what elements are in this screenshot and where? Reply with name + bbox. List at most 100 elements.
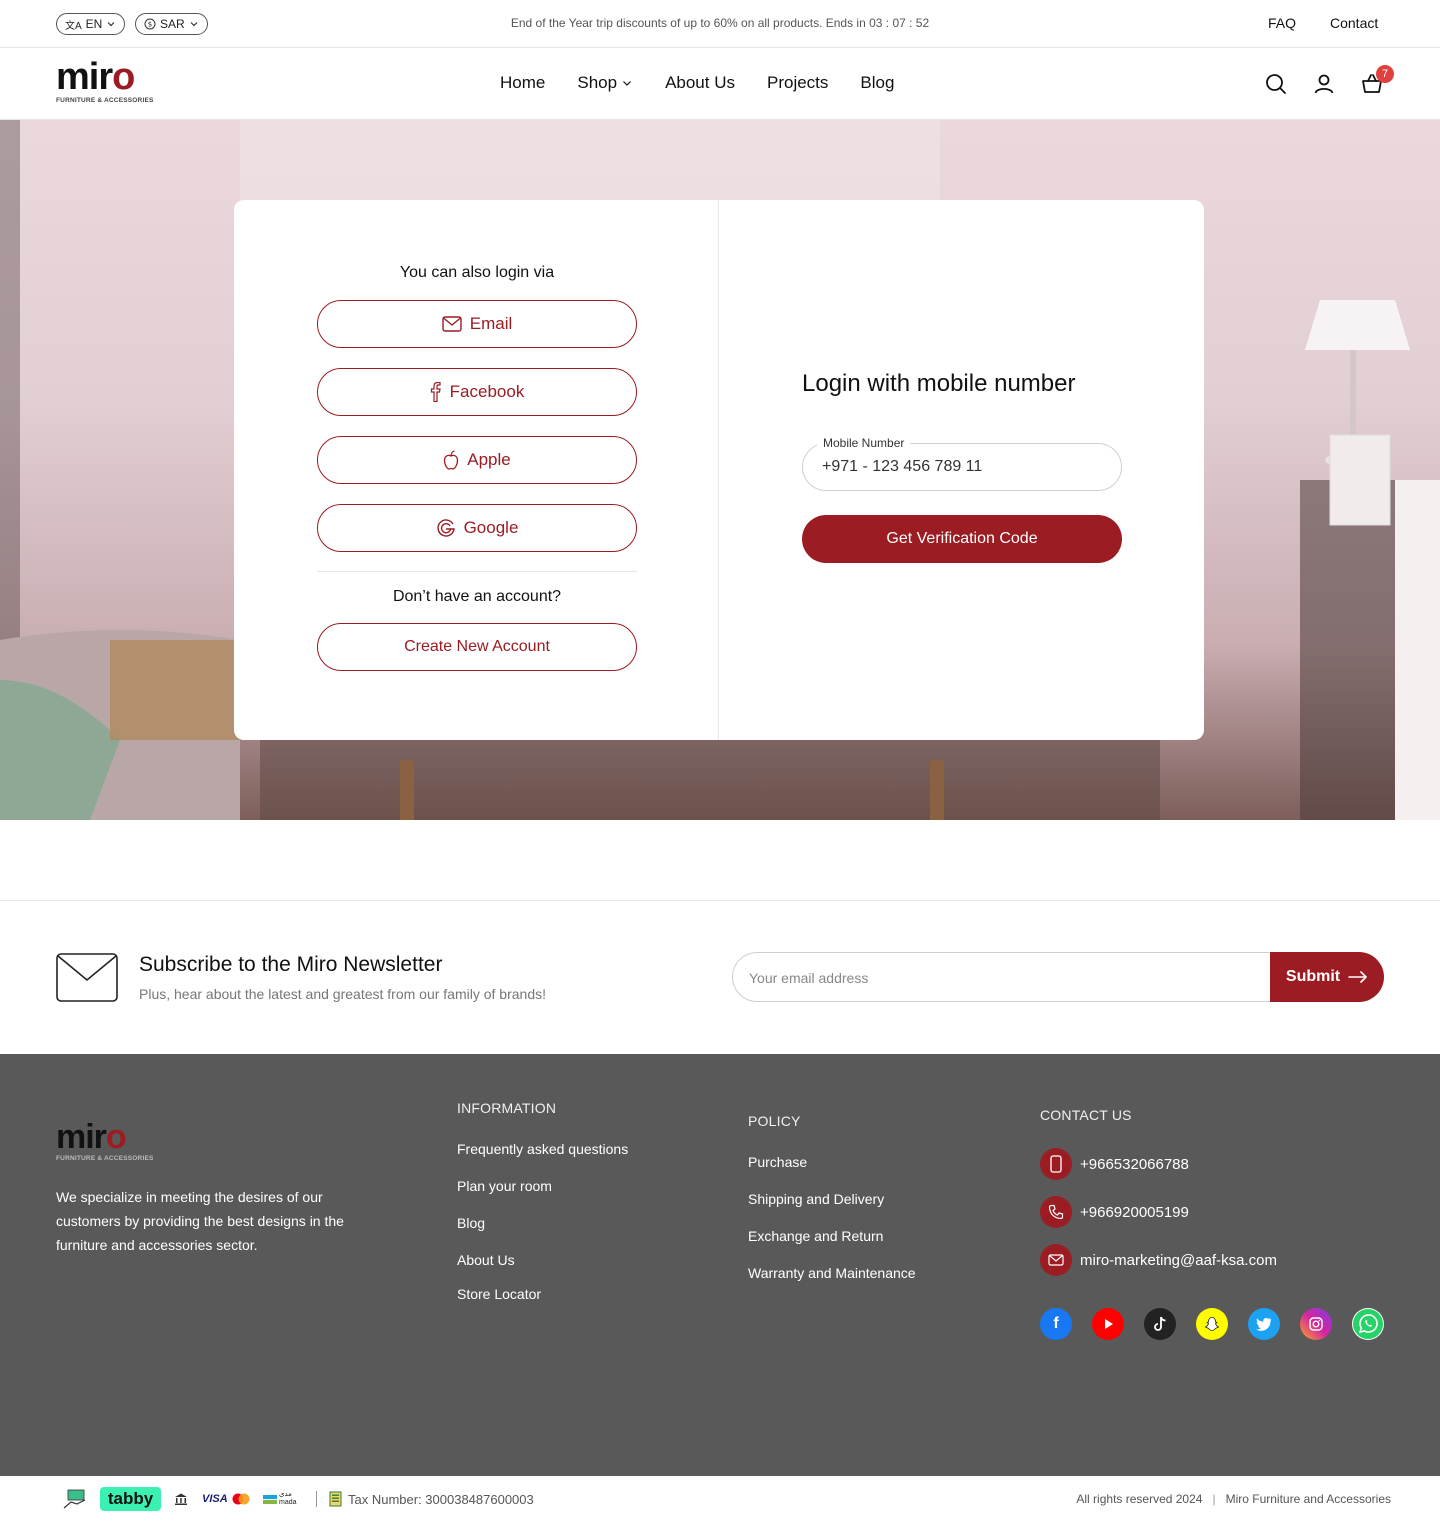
copyright: All rights reserved 2024 | Miro Furnitur… xyxy=(1076,1492,1391,1506)
envelope-icon xyxy=(56,953,118,1002)
mada-label: mada xyxy=(279,1499,297,1506)
login-apple-button[interactable]: Apple xyxy=(317,436,637,484)
login-apple-label: Apple xyxy=(467,450,511,469)
youtube-icon[interactable] xyxy=(1092,1308,1124,1340)
mobile-number-value: +971 - 123 456 789 11 xyxy=(822,458,983,475)
mail-icon xyxy=(442,316,462,332)
hero-background: You can also login via Email Facebook Ap… xyxy=(0,120,1440,820)
contact-link[interactable]: Contact xyxy=(1330,15,1378,31)
cart-count-badge: 7 xyxy=(1376,65,1394,83)
mastercard-icon xyxy=(232,1493,250,1505)
mobile-number-field[interactable]: Mobile Number +971 - 123 456 789 11 xyxy=(802,436,1122,491)
snapchat-icon[interactable] xyxy=(1196,1308,1228,1340)
newsletter-section: Subscribe to the Miro Newsletter Plus, h… xyxy=(0,900,1440,1054)
contact-email-value: miro-marketing@aaf-ksa.com xyxy=(1080,1251,1277,1269)
mail-icon xyxy=(1040,1244,1072,1276)
login-email-label: Email xyxy=(469,314,513,333)
apple-icon xyxy=(443,450,459,470)
contact-heading: CONTACT US xyxy=(1040,1107,1132,1123)
login-card: You can also login via Email Facebook Ap… xyxy=(234,200,1204,740)
newsletter-title: Subscribe to the Miro Newsletter xyxy=(139,953,443,976)
mada-arabic-label: مدى xyxy=(279,1491,292,1498)
footer-link-blog[interactable]: Blog xyxy=(457,1215,485,1231)
no-account-text: Don’t have an account? xyxy=(392,588,562,605)
bank-icon xyxy=(174,1487,188,1511)
facebook-icon xyxy=(430,382,442,402)
footer-link-faq[interactable]: Frequently asked questions xyxy=(457,1141,628,1157)
newsletter-submit-button[interactable]: Submit xyxy=(1270,952,1384,1002)
nav-home[interactable]: Home xyxy=(500,73,545,93)
contact-mobile[interactable]: +966532066788 xyxy=(1040,1148,1189,1180)
google-icon xyxy=(436,518,456,538)
create-account-label: Create New Account xyxy=(404,638,550,655)
policy-heading: POLICY xyxy=(748,1113,801,1129)
footer-link-warranty[interactable]: Warranty and Maintenance xyxy=(748,1265,916,1281)
card-divider xyxy=(718,200,719,740)
tax-number: Tax Number: 300038487600003 xyxy=(348,1492,534,1507)
footer-link-about-us[interactable]: About Us xyxy=(457,1252,515,1268)
nav-shop-label: Shop xyxy=(577,73,618,92)
visa-label: VISA xyxy=(202,1493,228,1505)
smartphone-icon xyxy=(1040,1148,1072,1180)
nav-about-us[interactable]: About Us xyxy=(665,73,735,93)
site-logo[interactable]: miro Furniture & Accessories xyxy=(56,58,154,104)
footer-link-plan-room[interactable]: Plan your room xyxy=(457,1178,552,1194)
whatsapp-icon[interactable] xyxy=(1352,1308,1384,1340)
tabby-logo: tabby xyxy=(100,1487,161,1511)
contact-phone-value: +966920005199 xyxy=(1080,1203,1189,1221)
nav-blog[interactable]: Blog xyxy=(860,73,894,93)
copyright-separator: | xyxy=(1212,1492,1216,1506)
chevron-down-icon xyxy=(621,77,633,89)
main-navigation: miro Furniture & Accessories Home Shop A… xyxy=(0,48,1440,120)
mobile-login-title: Login with mobile number xyxy=(802,370,1076,397)
login-via-heading: You can also login via xyxy=(399,264,555,281)
newsletter-email-input[interactable]: Your email address xyxy=(732,952,1292,1002)
login-email-button[interactable]: Email xyxy=(317,300,637,348)
cash-payment-icon xyxy=(63,1487,87,1511)
faq-link[interactable]: FAQ xyxy=(1268,15,1296,31)
login-separator xyxy=(317,571,637,572)
bottom-bar: tabby VISA مدى mada Tax Number: 300038487… xyxy=(0,1476,1440,1523)
information-heading: INFORMATION xyxy=(457,1100,557,1116)
get-verification-code-label: Get Verification Code xyxy=(886,530,1038,547)
login-google-button[interactable]: Google xyxy=(317,504,637,552)
contact-email[interactable]: miro-marketing@aaf-ksa.com xyxy=(1040,1244,1277,1276)
search-icon[interactable] xyxy=(1264,72,1288,96)
copyright-rights: All rights reserved 2024 xyxy=(1076,1492,1203,1506)
footer-description: We specialize in meeting the desires of … xyxy=(56,1189,344,1253)
promo-banner: End of the Year trip discounts of up to … xyxy=(510,16,930,30)
user-icon[interactable] xyxy=(1312,72,1336,96)
login-google-label: Google xyxy=(463,518,519,537)
newsletter-submit-label: Submit xyxy=(1285,968,1341,985)
mada-logo: مدى mada xyxy=(263,1487,297,1511)
phone-icon xyxy=(1040,1196,1072,1228)
nav-shop[interactable]: Shop xyxy=(577,73,633,93)
footer-logo[interactable]: miro Furniture & Accessories xyxy=(56,1120,154,1162)
mobile-number-label: Mobile Number xyxy=(817,436,911,450)
payment-divider xyxy=(316,1491,317,1507)
instagram-icon[interactable] xyxy=(1300,1308,1332,1340)
footer-link-store-locator[interactable]: Store Locator xyxy=(457,1286,541,1302)
create-account-button[interactable]: Create New Account xyxy=(317,623,637,671)
nav-projects[interactable]: Projects xyxy=(767,73,828,93)
footer-link-shipping[interactable]: Shipping and Delivery xyxy=(748,1191,884,1207)
social-links: f xyxy=(1040,1308,1384,1340)
newsletter-subtitle: Plus, hear about the latest and greatest… xyxy=(139,986,546,1002)
contact-phone[interactable]: +966920005199 xyxy=(1040,1196,1189,1228)
footer-link-purchase[interactable]: Purchase xyxy=(748,1154,807,1170)
login-facebook-label: Facebook xyxy=(449,382,525,401)
arrow-right-icon xyxy=(1348,971,1368,983)
newsletter-email-placeholder: Your email address xyxy=(749,970,869,986)
copyright-company: Miro Furniture and Accessories xyxy=(1225,1492,1391,1506)
login-facebook-button[interactable]: Facebook xyxy=(317,368,637,416)
contact-mobile-value: +966532066788 xyxy=(1080,1155,1189,1173)
visa-mastercard-logo: VISA xyxy=(202,1487,251,1511)
facebook-icon[interactable]: f xyxy=(1040,1308,1072,1340)
top-bar: 文A EN $ SAR End of the Year trip discoun… xyxy=(0,0,1440,48)
get-verification-code-button[interactable]: Get Verification Code xyxy=(802,515,1122,563)
site-footer: miro Furniture & Accessories We speciali… xyxy=(0,1054,1440,1476)
tax-icon xyxy=(329,1487,342,1511)
twitter-icon[interactable] xyxy=(1248,1308,1280,1340)
footer-link-exchange[interactable]: Exchange and Return xyxy=(748,1228,883,1244)
tiktok-icon[interactable] xyxy=(1144,1308,1176,1340)
